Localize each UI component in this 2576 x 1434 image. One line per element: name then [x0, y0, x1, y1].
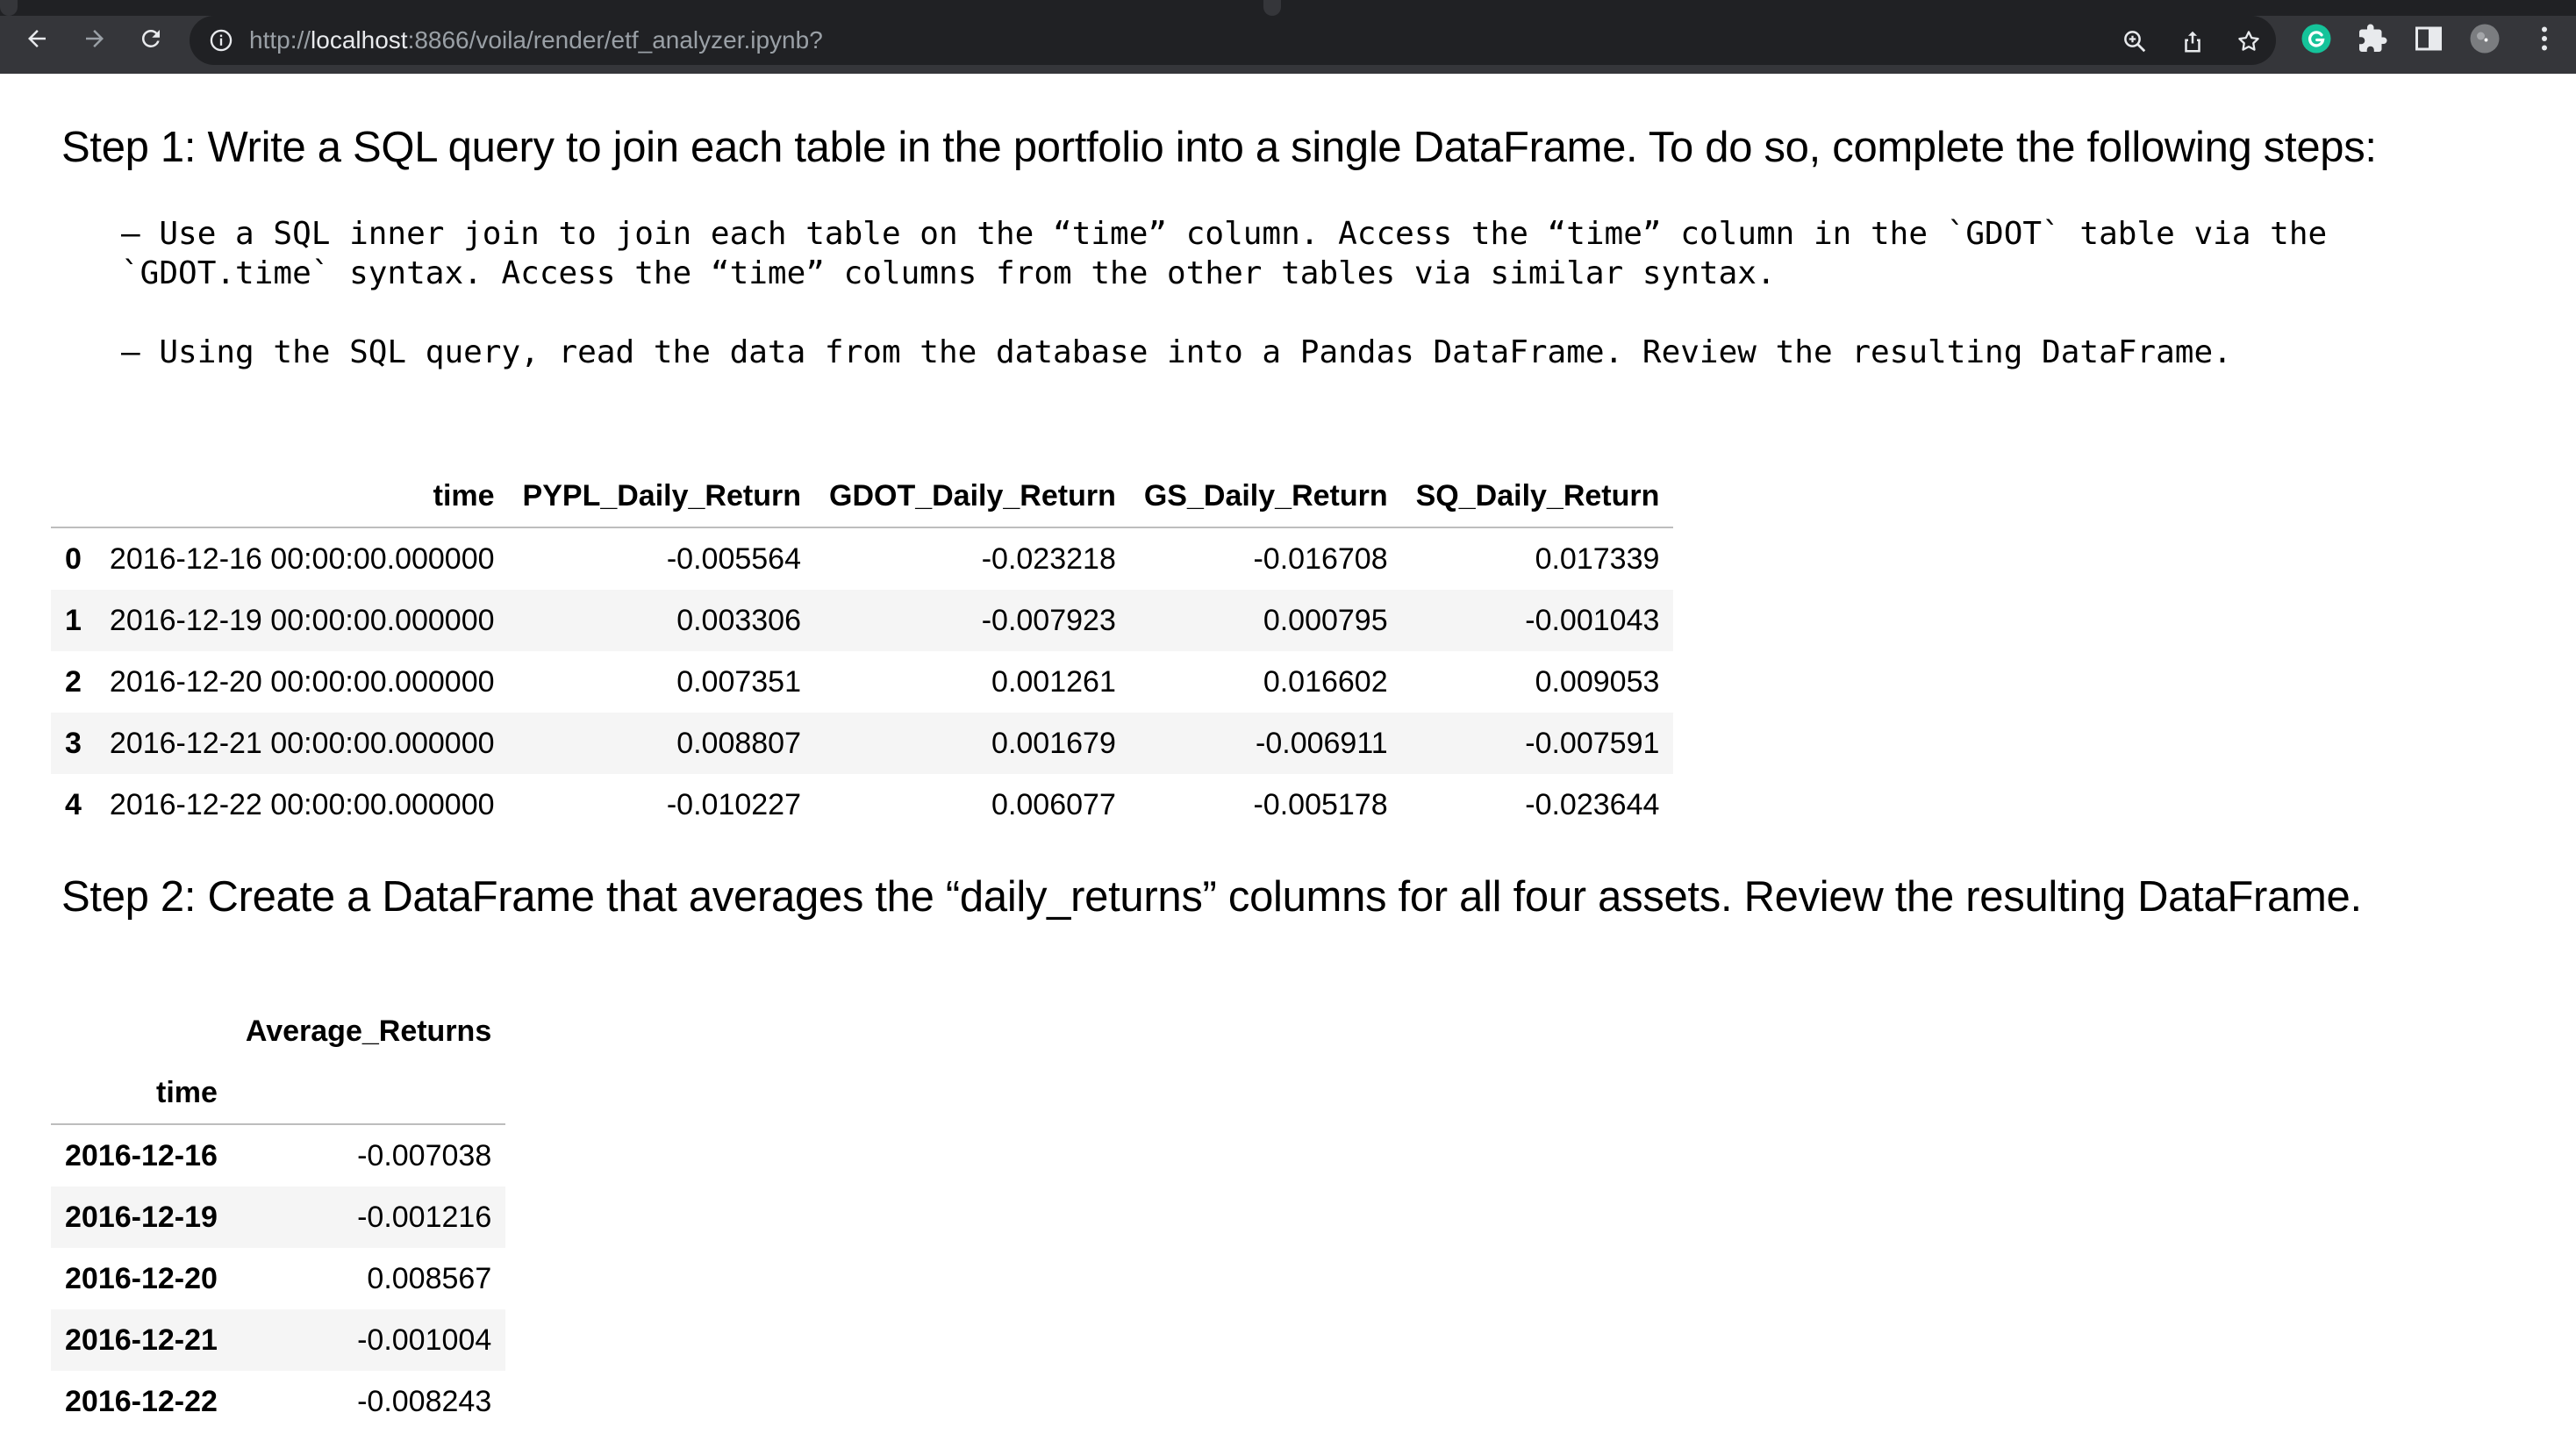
row-index-date: 2016-12-20	[65, 1261, 218, 1295]
row-index: 2	[65, 664, 82, 699]
grammarly-icon[interactable]	[2301, 23, 2332, 54]
cell-time: 2016-12-21 00:00:00.000000	[109, 726, 495, 760]
notebook-content: Step 1: Write a SQL query to join each t…	[0, 74, 2576, 1434]
cell-time: 2016-12-20 00:00:00.000000	[109, 664, 495, 699]
tab-edge	[0, 0, 18, 16]
index-name-row: time	[51, 1062, 506, 1125]
column-header-blank	[51, 1000, 232, 1062]
table-row: 2 2016-12-20 00:00:00.000000 0.007351 0.…	[51, 651, 1674, 713]
cell-average-return: 0.008567	[367, 1261, 492, 1295]
zoom-icon[interactable]	[2122, 28, 2148, 54]
column-header-sq: SQ_Daily_Return	[1401, 465, 1674, 528]
back-icon[interactable]	[16, 18, 58, 60]
cell-gs: -0.006911	[1256, 726, 1388, 760]
share-icon[interactable]	[2179, 28, 2206, 54]
cell-gdot: -0.007923	[981, 603, 1116, 637]
table-row: 1 2016-12-19 00:00:00.000000 0.003306 -0…	[51, 590, 1674, 651]
cell-pypl: 0.003306	[676, 603, 801, 637]
url-host: localhost	[311, 26, 408, 54]
step1-heading: Step 1: Write a SQL query to join each t…	[61, 124, 2377, 171]
cell-gdot: 0.006077	[991, 787, 1116, 821]
table-row: 2016-12-16 -0.007038	[51, 1124, 506, 1187]
reload-icon[interactable]	[130, 18, 172, 60]
tab-edge	[1263, 0, 1281, 16]
cell-sq: -0.023644	[1525, 787, 1660, 821]
cell-sq: 0.017339	[1535, 541, 1660, 576]
info-icon[interactable]	[209, 28, 233, 53]
step2-heading: Step 2: Create a DataFrame that averages…	[61, 873, 2362, 921]
extensions-icon[interactable]	[2357, 23, 2388, 54]
table-row: 4 2016-12-22 00:00:00.000000 -0.010227 0…	[51, 774, 1674, 835]
url-scheme: http://	[249, 26, 311, 54]
tab-strip	[0, 0, 2576, 16]
cell-average-return: -0.008243	[357, 1384, 492, 1418]
bookmark-star-icon[interactable]	[2236, 28, 2262, 54]
cell-pypl: -0.010227	[666, 787, 801, 821]
url-path: :8866/voila/render/etf_analyzer.ipynb?	[407, 26, 823, 54]
column-header-pypl: PYPL_Daily_Return	[508, 465, 815, 528]
cell-pypl: 0.007351	[676, 664, 801, 699]
row-index-date: 2016-12-19	[65, 1200, 218, 1234]
joined-dataframe-table: time PYPL_Daily_Return GDOT_Daily_Return…	[51, 465, 1674, 835]
step1-bullet2: – Using the SQL query, read the data fro…	[121, 334, 2232, 370]
index-name-time: time	[51, 1062, 232, 1125]
column-header-index	[51, 465, 96, 528]
menu-icon[interactable]	[2529, 23, 2560, 54]
address-bar[interactable]: http://localhost:8866/voila/render/etf_a…	[190, 16, 2276, 65]
cell-gs: -0.016708	[1253, 541, 1388, 576]
cell-sq: 0.009053	[1535, 664, 1660, 699]
cell-gdot: -0.023218	[981, 541, 1116, 576]
column-header-time: time	[95, 465, 509, 528]
step1-bullet1-line2: `GDOT.time` syntax. Access the “time” co…	[121, 255, 1776, 291]
column-header-gdot: GDOT_Daily_Return	[815, 465, 1130, 528]
row-index: 1	[65, 603, 82, 637]
cell-sq: -0.007591	[1525, 726, 1660, 760]
cell-average-return: -0.001216	[357, 1200, 492, 1234]
table-row: 2016-12-20 0.008567	[51, 1248, 506, 1309]
table-row: 3 2016-12-21 00:00:00.000000 0.008807 0.…	[51, 713, 1674, 774]
table-row: 2016-12-19 -0.001216	[51, 1187, 506, 1248]
row-index: 4	[65, 787, 82, 821]
average-returns-table: Average_Returns time 2016-12-16 -0.00703…	[51, 1000, 506, 1432]
cell-pypl: -0.005564	[666, 541, 801, 576]
row-index-date: 2016-12-22	[65, 1384, 218, 1418]
column-header-average-returns: Average_Returns	[245, 1014, 492, 1048]
table-row: 2016-12-22 -0.008243	[51, 1371, 506, 1432]
cell-gs: 0.000795	[1263, 603, 1388, 637]
table-header-row: time PYPL_Daily_Return GDOT_Daily_Return…	[51, 465, 1674, 528]
cell-sq: -0.001043	[1525, 603, 1660, 637]
index-name-blank	[231, 1062, 506, 1125]
cell-gs: 0.016602	[1263, 664, 1388, 699]
cell-gdot: 0.001261	[991, 664, 1116, 699]
step1-instructions: – Use a SQL inner join to join each tabl…	[121, 214, 2327, 372]
cell-gdot: 0.001679	[991, 726, 1116, 760]
browser-toolbar: http://localhost:8866/voila/render/etf_a…	[0, 0, 2576, 74]
row-index: 0	[65, 541, 82, 576]
forward-icon[interactable]	[74, 18, 116, 60]
cell-average-return: -0.001004	[357, 1323, 492, 1357]
row-index-date: 2016-12-16	[65, 1138, 218, 1172]
side-panel-icon[interactable]	[2413, 23, 2444, 54]
profile-avatar[interactable]	[2469, 23, 2501, 54]
cell-time: 2016-12-16 00:00:00.000000	[109, 541, 495, 576]
table-row: 2016-12-21 -0.001004	[51, 1309, 506, 1371]
step1-bullet1-line1: – Use a SQL inner join to join each tabl…	[121, 216, 2328, 252]
cell-average-return: -0.007038	[357, 1138, 492, 1172]
cell-time: 2016-12-19 00:00:00.000000	[109, 603, 495, 637]
url-text[interactable]: http://localhost:8866/voila/render/etf_a…	[249, 28, 823, 53]
table-row: 0 2016-12-16 00:00:00.000000 -0.005564 -…	[51, 527, 1674, 590]
cell-pypl: 0.008807	[676, 726, 801, 760]
cell-time: 2016-12-22 00:00:00.000000	[109, 787, 495, 821]
table-header-row: Average_Returns	[51, 1000, 505, 1062]
row-index-date: 2016-12-21	[65, 1323, 218, 1357]
row-index: 3	[65, 726, 82, 760]
cell-gs: -0.005178	[1253, 787, 1388, 821]
column-header-gs: GS_Daily_Return	[1129, 465, 1402, 528]
